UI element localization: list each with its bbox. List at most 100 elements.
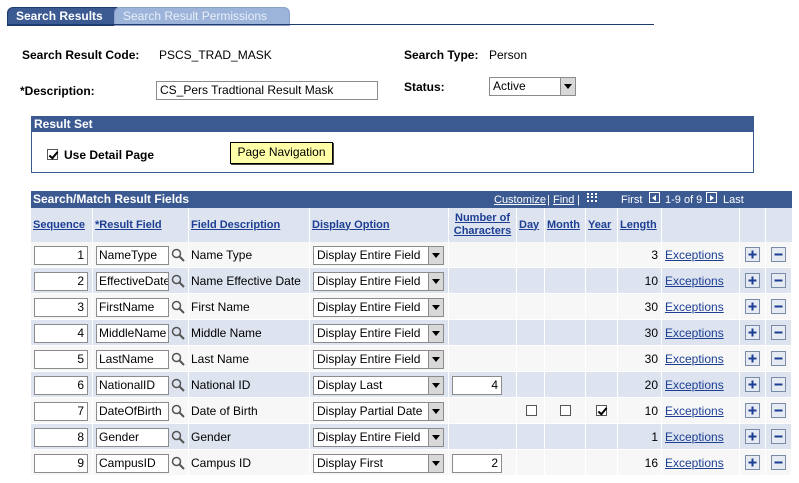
view-all-grid-icon[interactable] [586,192,598,203]
exceptions-link[interactable]: Exceptions [665,456,724,470]
col-header-length[interactable]: Length [618,208,662,242]
display-option-select[interactable]: Display Entire Field [313,428,444,447]
lookup-magnifier-icon[interactable] [171,326,185,340]
chevron-down-icon[interactable] [428,247,443,264]
sequence-input[interactable]: 4 [34,324,88,343]
add-row-icon[interactable] [745,429,760,444]
chevron-down-icon[interactable] [428,429,443,446]
chevron-down-icon[interactable] [428,377,443,394]
result-field-input[interactable]: NameType [96,246,169,265]
col-header-number-of-characters[interactable]: Number of Characters [449,208,517,242]
exceptions-link[interactable]: Exceptions [665,378,724,392]
add-row-icon[interactable] [745,325,760,340]
find-link[interactable]: Find [553,194,574,206]
lookup-magnifier-icon[interactable] [171,456,185,470]
table-cell-length: 30 [618,320,662,346]
delete-row-icon[interactable] [771,273,786,288]
add-row-icon[interactable] [745,247,760,262]
chevron-down-icon[interactable] [428,299,443,316]
chevron-down-icon[interactable] [560,78,575,95]
delete-row-icon[interactable] [771,325,786,340]
table-cell-seq: 2 [31,268,93,294]
delete-row-icon[interactable] [771,351,786,366]
col-header-day[interactable]: Day [517,208,545,242]
previous-arrow-icon[interactable] [649,192,660,203]
lookup-magnifier-icon[interactable] [171,430,185,444]
lookup-magnifier-icon[interactable] [171,352,185,366]
description-input[interactable]: CS_Pers Tradtional Result Mask [156,81,378,100]
sequence-input[interactable]: 7 [34,402,88,421]
number-of-characters-input[interactable]: 4 [452,376,502,395]
add-row-icon[interactable] [745,403,760,418]
display-option-select[interactable]: Display Entire Field [313,324,444,343]
table-cell-desc: Campus ID [189,450,310,476]
result-field-input[interactable]: NationalID [96,376,169,395]
display-option-select[interactable]: Display Last [313,376,444,395]
display-option-select[interactable]: Display Entire Field [313,350,444,369]
exceptions-link[interactable]: Exceptions [665,300,724,314]
chevron-down-icon[interactable] [428,325,443,342]
lookup-magnifier-icon[interactable] [171,300,185,314]
table-cell-add [740,268,766,294]
display-option-select[interactable]: Display First [313,454,444,473]
chevron-down-icon[interactable] [428,351,443,368]
display-option-select[interactable]: Display Entire Field [313,298,444,317]
delete-row-icon[interactable] [771,377,786,392]
year-checkbox[interactable] [596,405,607,416]
number-of-characters-input[interactable]: 2 [452,454,502,473]
customize-link[interactable]: Customize [494,194,546,206]
add-row-icon[interactable] [745,273,760,288]
col-header-month[interactable]: Month [545,208,586,242]
col-header-field-description[interactable]: Field Description [189,208,310,242]
result-field-input[interactable]: FirstName [96,298,169,317]
col-header-sequence[interactable]: Sequence [31,208,93,242]
sequence-input[interactable]: 8 [34,428,88,447]
display-option-select[interactable]: Display Partial Date [313,402,444,421]
display-option-select[interactable]: Display Entire Field [313,246,444,265]
sequence-input[interactable]: 6 [34,376,88,395]
sequence-input[interactable]: 3 [34,298,88,317]
result-field-input[interactable]: MiddleName [96,324,169,343]
month-checkbox[interactable] [560,405,571,416]
use-detail-page-checkbox[interactable] [47,149,58,160]
exceptions-link[interactable]: Exceptions [665,326,724,340]
result-field-input[interactable]: Gender [96,428,169,447]
col-header-display-option[interactable]: Display Option [310,208,449,242]
next-arrow-icon[interactable] [706,192,717,203]
day-checkbox[interactable] [526,405,537,416]
delete-row-icon[interactable] [771,403,786,418]
chevron-down-icon[interactable] [428,273,443,290]
add-row-icon[interactable] [745,351,760,366]
col-header-result-field[interactable]: *Result Field [93,208,189,242]
result-field-input[interactable]: DateOfBirth [96,402,169,421]
lookup-magnifier-icon[interactable] [171,274,185,288]
exceptions-link[interactable]: Exceptions [665,430,724,444]
lookup-magnifier-icon[interactable] [171,378,185,392]
sequence-input[interactable]: 2 [34,272,88,291]
delete-row-icon[interactable] [771,455,786,470]
add-row-icon[interactable] [745,299,760,314]
sequence-input[interactable]: 5 [34,350,88,369]
sequence-input[interactable]: 9 [34,454,88,473]
delete-row-icon[interactable] [771,429,786,444]
add-row-icon[interactable] [745,455,760,470]
exceptions-link[interactable]: Exceptions [665,274,724,288]
delete-row-icon[interactable] [771,299,786,314]
exceptions-link[interactable]: Exceptions [665,248,724,262]
lookup-magnifier-icon[interactable] [171,404,185,418]
result-field-input[interactable]: LastName [96,350,169,369]
lookup-magnifier-icon[interactable] [171,248,185,262]
exceptions-link[interactable]: Exceptions [665,352,724,366]
exceptions-link[interactable]: Exceptions [665,404,724,418]
status-select[interactable]: Active [489,77,576,96]
chevron-down-icon[interactable] [428,403,443,420]
chevron-down-icon[interactable] [428,455,443,472]
add-row-icon[interactable] [745,377,760,392]
col-header-year[interactable]: Year [586,208,618,242]
result-field-input[interactable]: EffectiveDate [96,272,169,291]
result-field-input[interactable]: CampusID [96,454,169,473]
display-option-select[interactable]: Display Entire Field [313,272,444,291]
sequence-input[interactable]: 1 [34,246,88,265]
page-navigation-button[interactable]: Page Navigation [230,142,333,164]
delete-row-icon[interactable] [771,247,786,262]
